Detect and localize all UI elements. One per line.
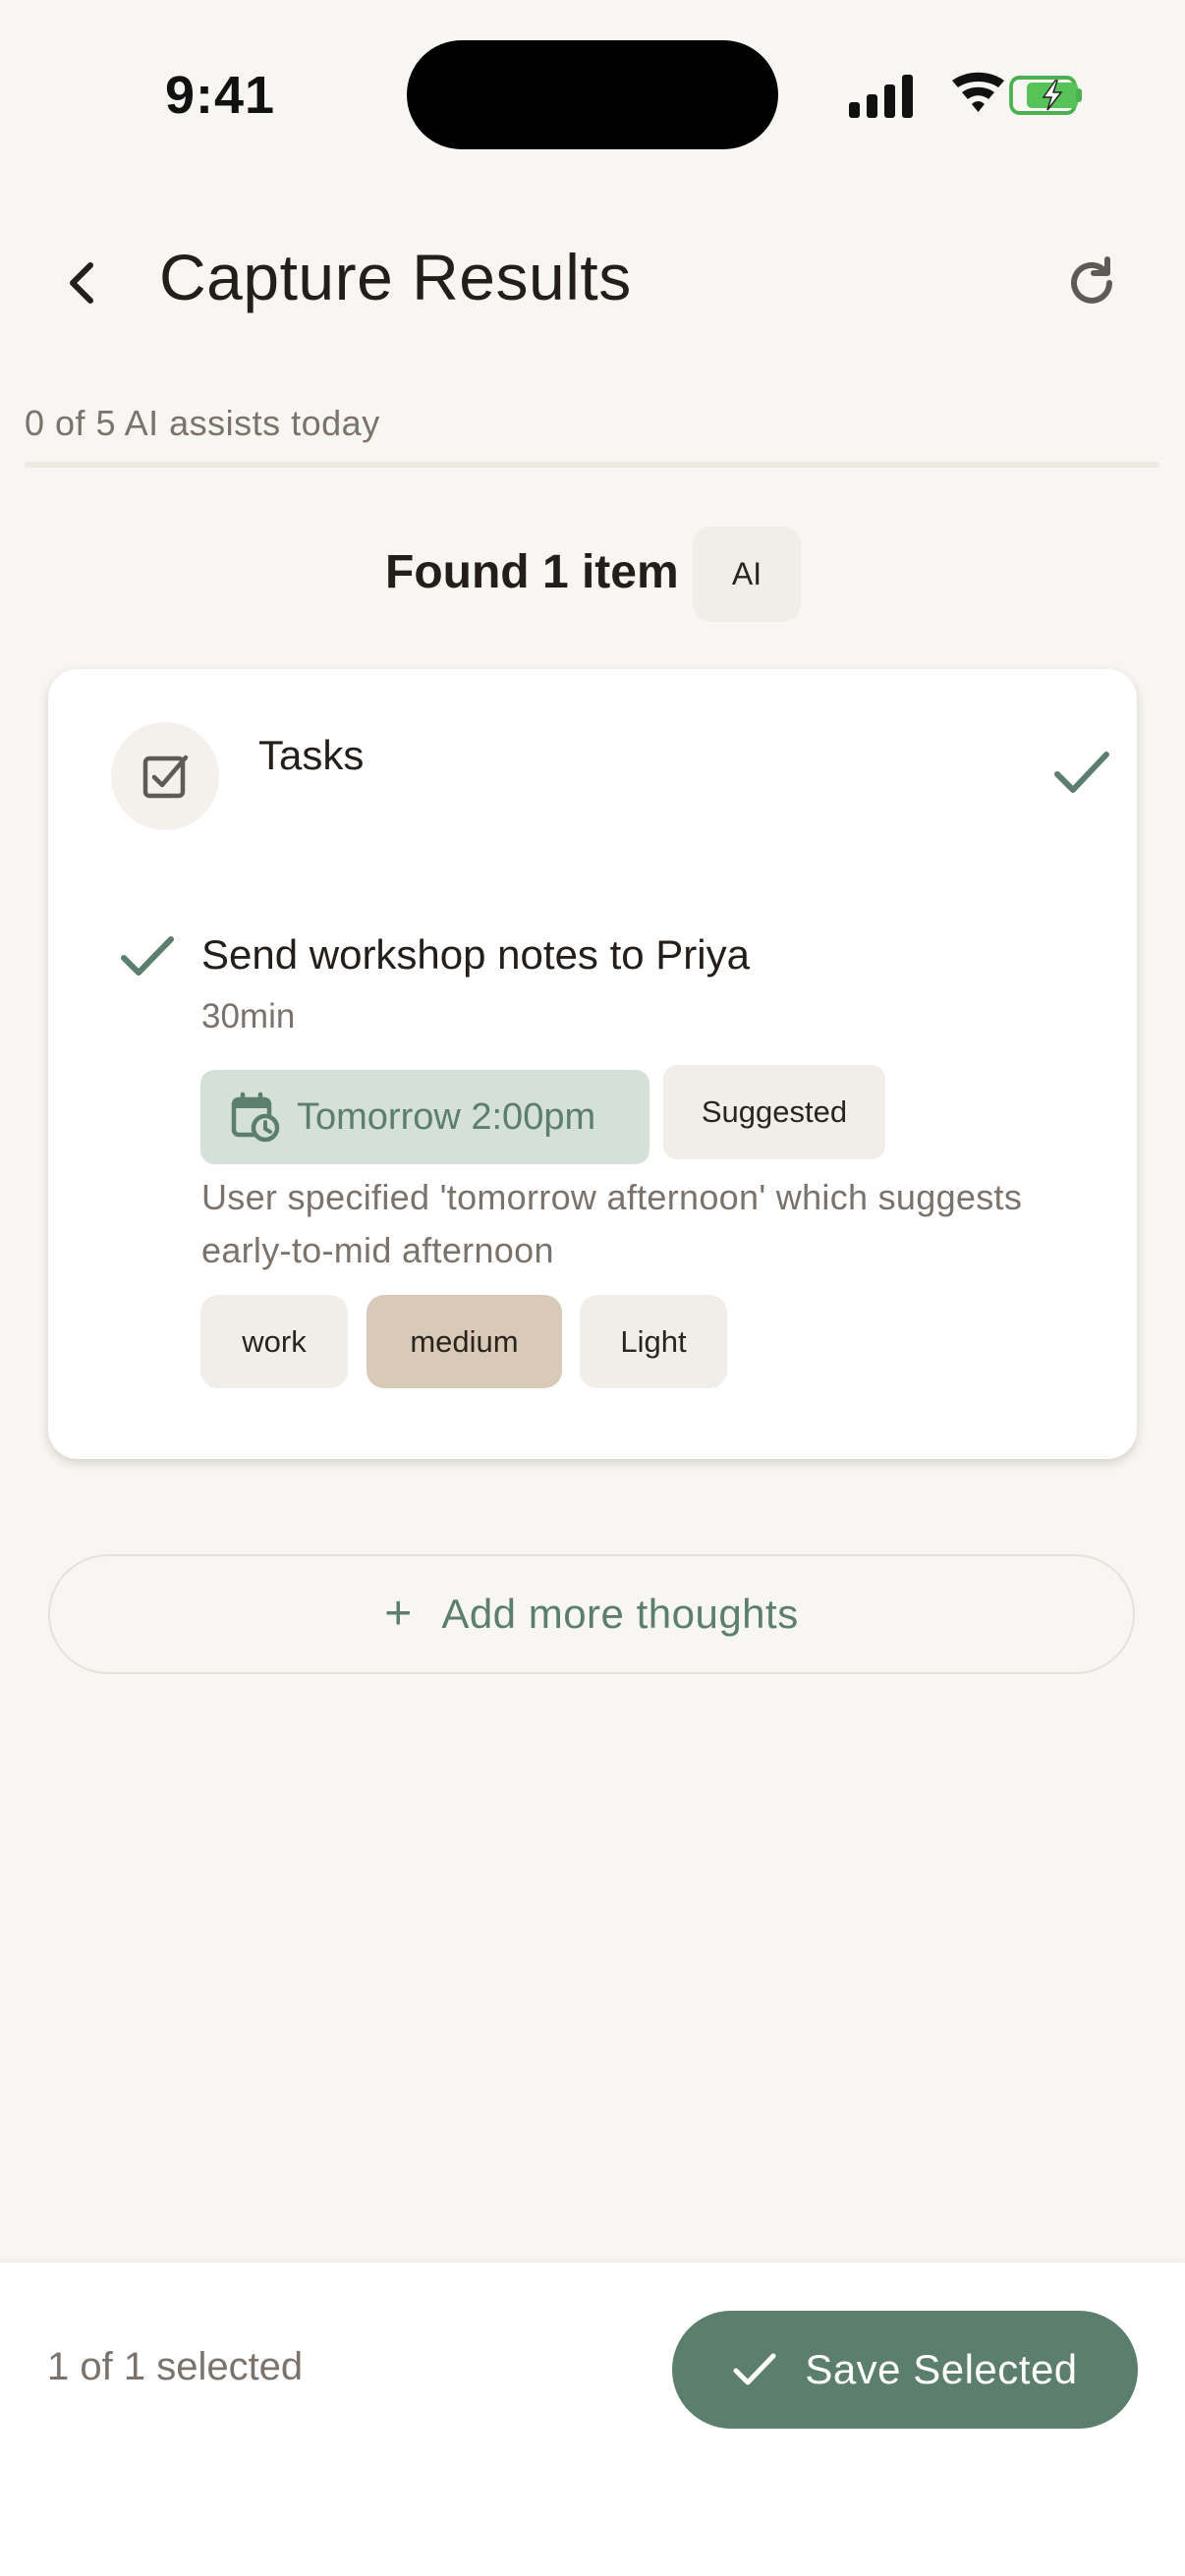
schedule-reason: User specified 'tomorrow afternoon' whic… [201, 1177, 1023, 1270]
add-more-thoughts-button[interactable]: + Add more thoughts [48, 1554, 1135, 1674]
found-count: Found 1 item [385, 546, 679, 598]
schedule-chip[interactable]: Tomorrow 2:00pm [200, 1070, 649, 1164]
cellular-signal-icon [849, 75, 913, 118]
tag-context[interactable]: work [200, 1295, 348, 1388]
category-selected-check-icon[interactable] [1051, 747, 1112, 798]
chevron-left-icon [70, 262, 93, 304]
item-duration: 30min [201, 997, 296, 1036]
dynamic-island [407, 40, 778, 149]
refresh-icon [1071, 256, 1112, 304]
calendar-clock-icon [231, 1092, 280, 1143]
check-icon [733, 2353, 776, 2385]
add-more-label: Add more thoughts [441, 1591, 799, 1637]
item-selected-check-icon[interactable] [118, 931, 177, 980]
wifi-icon [952, 72, 1004, 112]
status-time: 9:41 [165, 66, 276, 125]
tag-energy[interactable]: Light [580, 1295, 727, 1388]
refresh-button[interactable] [1056, 248, 1127, 318]
save-selected-button[interactable]: Save Selected [672, 2311, 1138, 2429]
suggested-badge: Suggested [663, 1065, 885, 1159]
category-label: Tasks [258, 732, 365, 778]
ai-usage-text: 0 of 5 AI assists today [25, 403, 380, 443]
item-title: Send workshop notes to Priya [201, 931, 750, 978]
selection-count: 1 of 1 selected [47, 2345, 304, 2388]
schedule-label: Tomorrow 2:00pm [297, 1095, 596, 1138]
back-button[interactable] [49, 244, 114, 322]
ai-usage-progress-track [25, 462, 1159, 468]
status-icons [847, 71, 1085, 122]
tag-priority[interactable]: medium [367, 1295, 562, 1388]
page-title: Capture Results [159, 241, 632, 313]
category-icon-container [111, 722, 219, 830]
checkbox-icon [142, 755, 189, 799]
plus-icon: + [384, 1588, 413, 1640]
battery-charging-icon [1009, 76, 1082, 115]
save-selected-label: Save Selected [805, 2346, 1078, 2392]
ai-badge: AI [693, 527, 801, 622]
